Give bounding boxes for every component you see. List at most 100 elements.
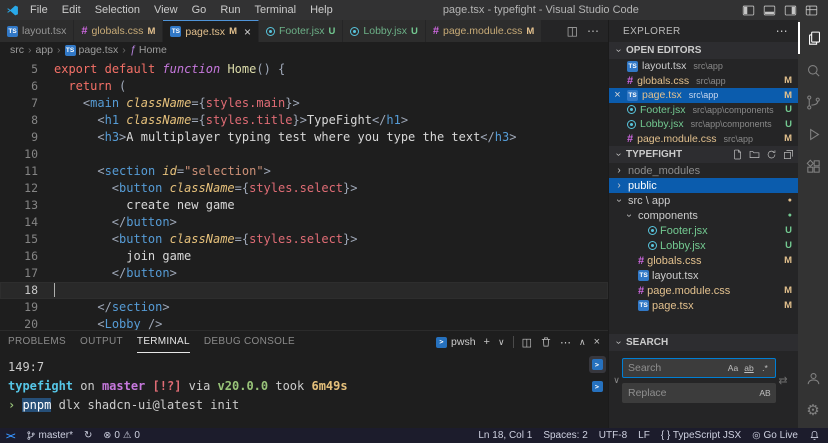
split-terminal-icon[interactable]: ◫	[522, 336, 532, 349]
toggle-sidebar-icon[interactable]	[742, 4, 755, 17]
search-header[interactable]: › SEARCH	[609, 334, 798, 351]
eol-sequence[interactable]: LF	[638, 430, 650, 441]
panel-tab-output[interactable]: OUTPUT	[80, 331, 123, 353]
toggle-panel-icon[interactable]	[763, 4, 776, 17]
extensions-icon[interactable]	[798, 150, 828, 182]
tab-page.tsx[interactable]: TSpage.tsxM×	[163, 20, 259, 42]
terminal-dropdown-icon[interactable]: ∨	[498, 337, 505, 348]
new-file-icon[interactable]	[732, 149, 743, 160]
file-lobby.jsx[interactable]: Lobby.jsxU	[609, 238, 798, 253]
code-line[interactable]: 17 </button>	[0, 265, 608, 282]
file-layout.tsx[interactable]: TSlayout.tsx	[609, 268, 798, 283]
replace-all-icon[interactable]: ⇄	[776, 358, 790, 403]
menu-view[interactable]: View	[147, 0, 185, 20]
menu-selection[interactable]: Selection	[88, 0, 147, 20]
tab-lobby.jsx[interactable]: Lobby.jsxU	[343, 20, 425, 42]
folder-node-modules[interactable]: ›node_modules	[609, 163, 798, 178]
file-globals.css[interactable]: #globals.cssM	[609, 253, 798, 268]
folder-components[interactable]: ›components●	[609, 208, 798, 223]
more-editor-actions-icon[interactable]: ⋯	[587, 24, 599, 38]
tab-layout.tsx[interactable]: TSlayout.tsx	[0, 20, 74, 42]
close-icon[interactable]: ×	[612, 90, 623, 100]
open-editors-header[interactable]: › OPEN EDITORS	[609, 42, 798, 59]
whole-word-icon[interactable]: ab	[742, 361, 756, 375]
indentation[interactable]: Spaces: 2	[543, 430, 587, 441]
code-line[interactable]: 19 </section>	[0, 299, 608, 316]
customize-layout-icon[interactable]	[805, 4, 818, 17]
open-editor-globals.css[interactable]: #globals.csssrc\appM	[609, 74, 798, 89]
open-editor-layout.tsx[interactable]: TSlayout.tsxsrc\app	[609, 59, 798, 74]
explorer-view-icon[interactable]	[798, 22, 828, 54]
code-editor[interactable]: 5export default function Home() {6 retur…	[0, 58, 608, 330]
match-case-icon[interactable]: Aa	[726, 361, 740, 375]
maximize-panel-icon[interactable]: ∧	[579, 337, 586, 348]
source-control-icon[interactable]	[798, 86, 828, 118]
toggle-replace-icon[interactable]: ∨	[611, 358, 622, 403]
panel-tab-terminal[interactable]: TERMINAL	[137, 331, 190, 353]
open-editor-page.tsx[interactable]: ×TSpage.tsxsrc\appM	[609, 88, 798, 103]
code-line[interactable]: 13 create new game	[0, 197, 608, 214]
menu-edit[interactable]: Edit	[55, 0, 88, 20]
open-editor-page.module.css[interactable]: #page.module.csssrc\appM	[609, 132, 798, 147]
language-mode[interactable]: { } TypeScript JSX	[661, 430, 741, 441]
code-line[interactable]: 18	[0, 282, 608, 299]
breadcrumb-item-page.tsx[interactable]: TSpage.tsx	[65, 44, 119, 56]
code-line[interactable]: 12 <button className={styles.select}>	[0, 180, 608, 197]
menu-help[interactable]: Help	[303, 0, 340, 20]
file-page.tsx[interactable]: TSpage.tsxM	[609, 298, 798, 313]
open-editor-footer.jsx[interactable]: Footer.jsxsrc\app\componentsU	[609, 103, 798, 118]
kill-terminal-icon[interactable]	[540, 336, 552, 348]
code-line[interactable]: 5export default function Home() {	[0, 61, 608, 78]
close-panel-icon[interactable]: ×	[594, 336, 600, 348]
tab-globals.css[interactable]: #globals.cssM	[74, 20, 163, 42]
code-line[interactable]: 6 return (	[0, 78, 608, 95]
code-line[interactable]: 15 <button className={styles.select}>	[0, 231, 608, 248]
code-line[interactable]: 16 join game	[0, 248, 608, 265]
new-folder-icon[interactable]	[749, 149, 760, 160]
panel-tab-debug-console[interactable]: DEBUG CONSOLE	[204, 331, 295, 353]
code-line[interactable]: 10	[0, 146, 608, 163]
go-live[interactable]: ◎Go Live	[752, 430, 798, 441]
code-line[interactable]: 14 </button>	[0, 214, 608, 231]
breadcrumb-item-home[interactable]: ƒHome	[130, 44, 167, 56]
open-editor-lobby.jsx[interactable]: Lobby.jsxsrc\app\componentsU	[609, 117, 798, 132]
sync-icon[interactable]: ↻	[84, 430, 92, 441]
folder-src-app[interactable]: ›src \ app●	[609, 193, 798, 208]
tab-page.module.css[interactable]: #page.module.cssM	[426, 20, 542, 42]
terminal-instance-pwsh[interactable]: >	[589, 378, 606, 395]
terminal-instance-pwsh[interactable]: >	[589, 356, 606, 373]
menu-terminal[interactable]: Terminal	[248, 0, 304, 20]
more-actions-icon[interactable]: ⋯	[776, 24, 788, 38]
terminal-output[interactable]: 149:7typefight on master [!?] via v20.0.…	[0, 353, 586, 428]
new-terminal-icon[interactable]: +	[484, 336, 490, 348]
preserve-case-icon[interactable]: AB	[758, 386, 772, 400]
search-input[interactable]	[623, 362, 726, 374]
git-branch-status[interactable]: master*	[26, 430, 73, 441]
code-line[interactable]: 9 <h3>A multiplayer typing test where yo…	[0, 129, 608, 146]
menu-run[interactable]: Run	[213, 0, 247, 20]
replace-input[interactable]	[623, 387, 758, 399]
split-editor-icon[interactable]: ◫	[567, 24, 578, 38]
code-line[interactable]: 20 <Lobby />	[0, 316, 608, 330]
breadcrumb-item-src[interactable]: src	[10, 44, 24, 56]
run-debug-icon[interactable]	[798, 118, 828, 150]
settings-gear-icon[interactable]: ⚙	[798, 394, 828, 426]
problems-status[interactable]: ⊗0 ⚠0	[103, 430, 140, 441]
breadcrumb-item-app[interactable]: app	[36, 44, 54, 56]
toggle-secondary-sidebar-icon[interactable]	[784, 4, 797, 17]
menu-go[interactable]: Go	[185, 0, 214, 20]
account-icon[interactable]	[798, 362, 828, 394]
collapse-all-icon[interactable]	[783, 149, 794, 160]
code-line[interactable]: 11 <section id="selection">	[0, 163, 608, 180]
remote-indicator[interactable]: ><	[6, 431, 15, 441]
menu-file[interactable]: File	[23, 0, 55, 20]
close-icon[interactable]: ×	[244, 27, 251, 37]
refresh-icon[interactable]	[766, 149, 777, 160]
more-panel-actions-icon[interactable]: ⋯	[560, 336, 571, 349]
project-header[interactable]: › TYPEFIGHT	[609, 146, 798, 163]
shell-selector[interactable]: > pwsh	[436, 336, 476, 348]
code-line[interactable]: 8 <h1 className={styles.title}>TypeFight…	[0, 112, 608, 129]
regex-icon[interactable]: .*	[758, 361, 772, 375]
folder-public[interactable]: ›public	[609, 178, 798, 193]
notifications-bell-icon[interactable]	[809, 430, 820, 441]
